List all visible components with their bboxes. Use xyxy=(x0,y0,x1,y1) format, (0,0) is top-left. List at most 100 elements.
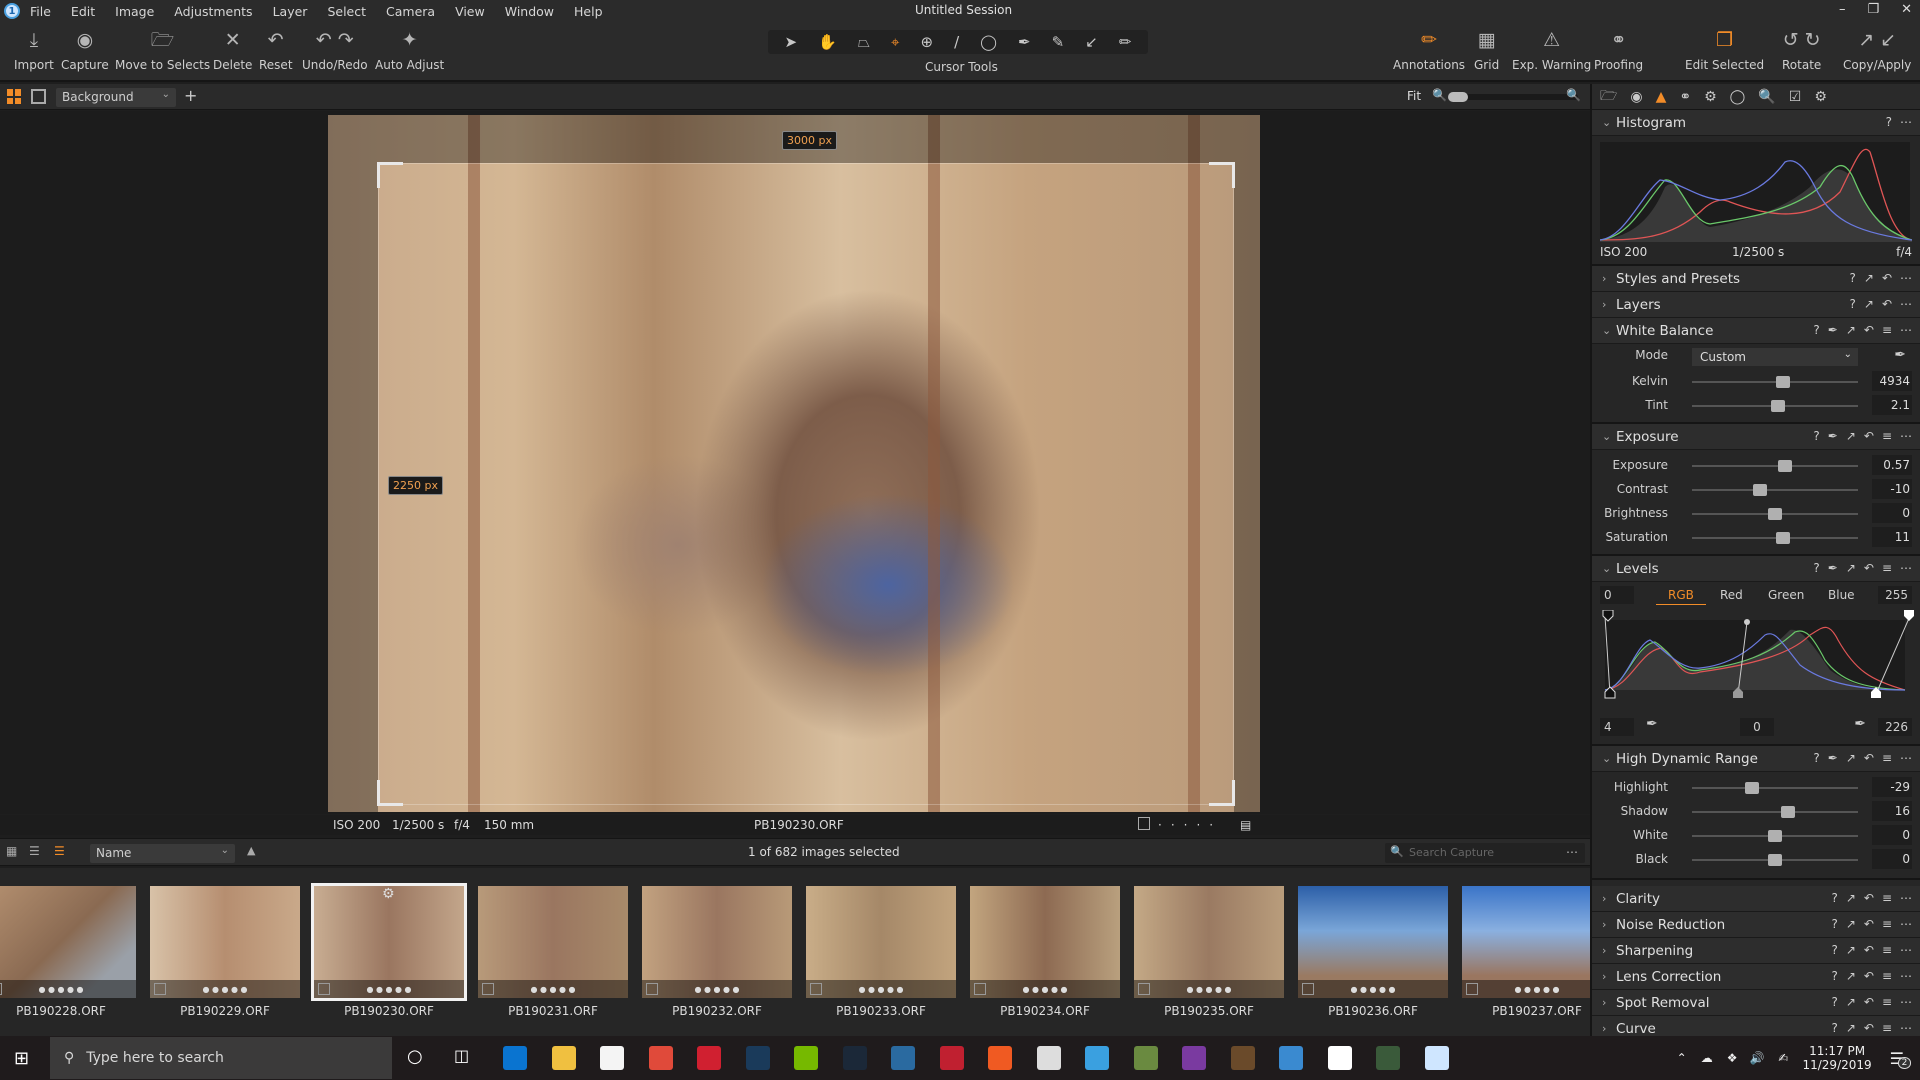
more-icon[interactable]: ⋯ xyxy=(1900,115,1912,129)
more-icon[interactable]: ⋯ xyxy=(1900,891,1912,905)
section-header-sharpening[interactable]: › Sharpening ? ↗ ↶ ≡ ⋯ xyxy=(1592,938,1920,964)
multi-view-icon[interactable] xyxy=(7,89,22,104)
local-adjust-tab-icon[interactable]: 🔍 xyxy=(1758,89,1775,105)
lightroom-icon[interactable] xyxy=(745,1046,770,1070)
gear-icon[interactable]: ⚙ xyxy=(382,886,395,902)
picker-icon[interactable]: ✒ xyxy=(1828,751,1838,765)
capture-one-icon[interactable] xyxy=(1424,1046,1449,1070)
slider-track[interactable] xyxy=(1692,400,1858,412)
taskbar-search-input[interactable]: ⚲ Type here to search xyxy=(50,1037,392,1079)
lens-tab-icon[interactable]: ⚙ xyxy=(1704,89,1717,105)
zoom-fit-label[interactable]: Fit xyxy=(1407,89,1421,103)
section-header-lens-correction[interactable]: › Lens Correction ? ↗ ↶ ≡ ⋯ xyxy=(1592,964,1920,990)
section-header-noise-reduction[interactable]: › Noise Reduction ? ↗ ↶ ≡ ⋯ xyxy=(1592,912,1920,938)
nvidia-icon[interactable] xyxy=(794,1046,818,1070)
expand-icon[interactable]: ↗ xyxy=(1846,429,1856,443)
reset-icon[interactable]: ↶ xyxy=(1864,561,1874,575)
expand-icon[interactable]: ↗ xyxy=(1846,969,1856,983)
slider-knob[interactable] xyxy=(1781,806,1796,818)
expand-icon[interactable]: ↗ xyxy=(1846,995,1856,1009)
picker-icon[interactable]: ✒ xyxy=(1828,429,1838,443)
line-icon[interactable]: / xyxy=(954,33,959,51)
thumbnail-color-tag[interactable] xyxy=(974,983,986,995)
zoom-in-icon[interactable]: 🔍 xyxy=(1566,88,1581,102)
main-photo[interactable]: 3000 px 2250 px xyxy=(328,115,1260,812)
levels-output-low[interactable]: 4 xyxy=(1600,718,1634,736)
section-header-clarity[interactable]: › Clarity ? ↗ ↶ ≡ ⋯ xyxy=(1592,886,1920,912)
more-icon[interactable]: ⋯ xyxy=(1900,917,1912,931)
tray-overflow-icon[interactable]: ⌃ xyxy=(1677,1051,1687,1065)
levels-input-low[interactable]: 0 xyxy=(1600,586,1634,604)
slider-track[interactable] xyxy=(1692,460,1858,472)
picker-icon[interactable]: ✒ xyxy=(1828,323,1838,337)
crop-handle-bl[interactable] xyxy=(377,780,403,806)
undo-redo-button[interactable]: ↶ ↷ Undo/Redo xyxy=(302,28,368,72)
details-tab-icon[interactable]: ◯ xyxy=(1730,89,1746,105)
more-icon[interactable]: ⋯ xyxy=(1900,561,1912,575)
reset-button[interactable]: ↶ Reset xyxy=(259,28,293,72)
presets-icon[interactable]: ≡ xyxy=(1882,943,1892,957)
histogram-header[interactable]: ⌄ Histogram ? ⋯ xyxy=(1592,110,1920,136)
color-tag-box[interactable] xyxy=(1138,817,1150,830)
rotate-button[interactable]: ↺ ↻ Rotate xyxy=(1782,28,1821,72)
menu-edit[interactable]: Edit xyxy=(71,4,95,19)
slider-track[interactable] xyxy=(1692,782,1858,794)
exp-warning-button[interactable]: ⚠ Exp. Warning xyxy=(1512,28,1591,72)
help-icon[interactable]: ? xyxy=(1831,995,1837,1009)
globe-app-icon[interactable] xyxy=(1279,1046,1303,1070)
library-tab-icon[interactable]: 🗁 xyxy=(1600,85,1617,109)
white-balance-header[interactable]: ⌄ White Balance ? ✒ ↗ ↶ ≡ ⋯ xyxy=(1592,318,1920,344)
menu-window[interactable]: Window xyxy=(505,4,554,19)
expand-icon[interactable]: ↗ xyxy=(1846,561,1856,575)
rgb-app-icon[interactable] xyxy=(1182,1046,1206,1070)
thumbnail-color-tag[interactable] xyxy=(318,983,330,995)
presets-icon[interactable]: ≡ xyxy=(1882,969,1892,983)
add-layer-icon[interactable]: + xyxy=(184,86,197,105)
reset-icon[interactable]: ↶ xyxy=(1864,943,1874,957)
origin-icon[interactable] xyxy=(988,1046,1012,1070)
onedrive-icon[interactable]: ☁ xyxy=(1701,1051,1713,1065)
notifications-icon[interactable]: ☰ 2 xyxy=(1890,1049,1912,1069)
crop-handle-tl[interactable] xyxy=(377,162,403,188)
camera-app-icon[interactable] xyxy=(1376,1046,1400,1070)
search-capture-input[interactable]: 🔍 Search Capture xyxy=(1385,843,1585,863)
help-icon[interactable]: ? xyxy=(1813,429,1819,443)
spot-removal-icon[interactable]: ◯ xyxy=(980,33,997,51)
file-explorer-icon[interactable] xyxy=(551,1046,576,1070)
zoom-slider-thumb[interactable] xyxy=(1448,92,1468,102)
delete-button[interactable]: ✕ Delete xyxy=(213,28,252,72)
select-pointer-icon[interactable]: ➤ xyxy=(785,33,798,51)
batch-tab-icon[interactable]: ⚙ xyxy=(1814,89,1827,105)
expand-icon[interactable]: ↗ xyxy=(1846,891,1856,905)
thumbnail-color-tag[interactable] xyxy=(810,983,822,995)
slider-knob[interactable] xyxy=(1776,376,1791,388)
reset-icon[interactable]: ↶ xyxy=(1864,429,1874,443)
reset-icon[interactable]: ↶ xyxy=(1864,1021,1874,1035)
slider-knob[interactable] xyxy=(1777,460,1792,472)
thumbnail-color-tag[interactable] xyxy=(646,983,658,995)
capture-tab-icon[interactable]: ◉ xyxy=(1630,89,1642,105)
menu-view[interactable]: View xyxy=(455,4,485,19)
presets-icon[interactable]: ≡ xyxy=(1882,1021,1892,1035)
layers-header[interactable]: › Layers ? ↗ ↶ ⋯ xyxy=(1592,292,1920,318)
zoom-out-icon[interactable]: 🔍 xyxy=(1432,88,1447,102)
levels-tab-green[interactable]: Green xyxy=(1768,588,1804,602)
white-point-picker-icon[interactable]: ✒ xyxy=(1854,716,1866,732)
levels-header[interactable]: ⌄ Levels ? ✒ ↗ ↶ ≡ ⋯ xyxy=(1592,556,1920,582)
help-icon[interactable]: ? xyxy=(1850,297,1856,311)
annotations-button[interactable]: ✏ Annotations xyxy=(1393,28,1465,72)
menu-file[interactable]: File xyxy=(30,4,51,19)
thumbnail-color-tag[interactable] xyxy=(0,983,2,995)
copy-apply-button[interactable]: ↗ ↙ Copy/Apply xyxy=(1843,28,1911,72)
user-app-icon[interactable] xyxy=(1133,1046,1158,1070)
help-icon[interactable]: ? xyxy=(1813,561,1819,575)
task-view-icon[interactable]: ◫ xyxy=(454,1046,469,1065)
expand-icon[interactable]: ↗ xyxy=(1864,297,1874,311)
presets-icon[interactable]: ≡ xyxy=(1882,751,1892,765)
slider-value-input[interactable]: 0 xyxy=(1872,849,1912,869)
slider-value-input[interactable]: 4934 xyxy=(1872,371,1912,391)
expand-icon[interactable]: ↗ xyxy=(1846,917,1856,931)
crop-handle-tr[interactable] xyxy=(1209,162,1235,188)
crop-icon[interactable]: ⌖ xyxy=(891,33,899,51)
thumbnail-color-tag[interactable] xyxy=(1138,983,1150,995)
